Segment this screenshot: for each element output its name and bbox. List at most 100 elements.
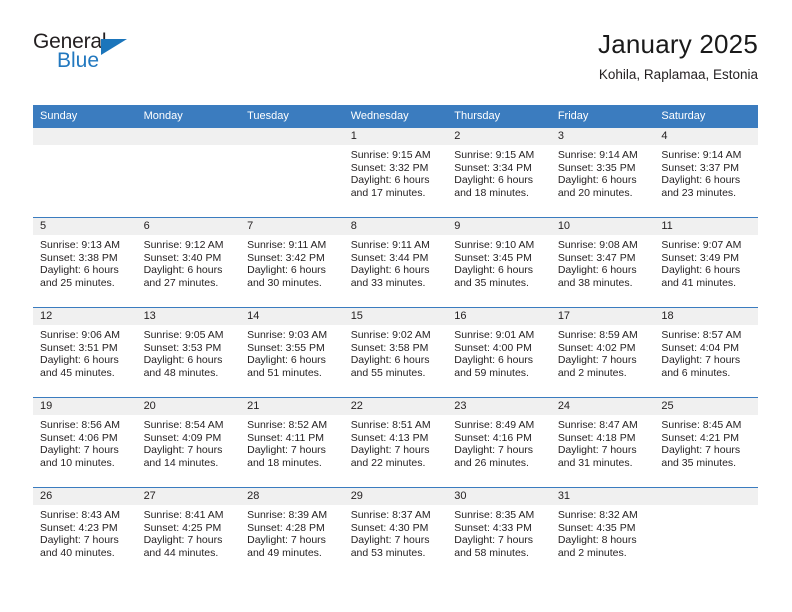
daylight-text: Daylight: 6 hours bbox=[143, 354, 223, 367]
daylight-text-cont: and 33 minutes. bbox=[350, 276, 426, 289]
sunset-text: Sunset: 4:06 PM bbox=[40, 431, 118, 444]
sunset-text: Sunset: 3:42 PM bbox=[247, 251, 325, 264]
calendar-day-cell[interactable]: 13 Sunrise: 9:05 AM Sunset: 3:53 PM Dayligh… bbox=[136, 307, 241, 398]
sunrise-text: Sunrise: 9:14 AM bbox=[557, 149, 638, 161]
sunset-text: Sunset: 3:55 PM bbox=[247, 341, 325, 354]
sunrise-text: Sunrise: 9:14 AM bbox=[661, 149, 742, 161]
day-details: Sunrise: 9:07 AM Sunset: 3:49 PM Daylight:… bbox=[654, 235, 758, 289]
calendar-day-cell[interactable]: 14 Sunrise: 9:03 AM Sunset: 3:55 PM Dayligh… bbox=[240, 307, 344, 398]
daylight-text: Daylight: 6 hours bbox=[350, 354, 430, 367]
day-details bbox=[240, 145, 344, 149]
daylight-text: Daylight: 6 hours bbox=[143, 264, 223, 277]
sunset-text: Sunset: 3:49 PM bbox=[661, 251, 740, 264]
calendar-day-cell[interactable]: 17 Sunrise: 8:59 AM Sunset: 4:02 PM Dayligh… bbox=[550, 307, 655, 398]
calendar-day-cell[interactable]: 25 Sunrise: 8:45 AM Sunset: 4:21 PM Dayligh… bbox=[654, 397, 758, 488]
day-number: 15 bbox=[343, 308, 448, 325]
calendar-day-cell[interactable]: 3 Sunrise: 9:14 AM Sunset: 3:35 PM Daylight… bbox=[550, 127, 655, 218]
calendar-day-cell[interactable]: 29 Sunrise: 8:37 AM Sunset: 4:30 PM Dayligh… bbox=[343, 487, 448, 578]
calendar-page: General Blue January 2025 Kohila, Raplam… bbox=[0, 0, 792, 612]
calendar-week-row: 19 Sunrise: 8:56 AM Sunset: 4:06 PM Dayligh… bbox=[33, 397, 758, 488]
calendar-day-cell[interactable]: 5 Sunrise: 9:13 AM Sunset: 3:38 PM Daylight… bbox=[33, 217, 137, 308]
sunset-text: Sunset: 3:34 PM bbox=[454, 161, 532, 174]
calendar-week-row: 5 Sunrise: 9:13 AM Sunset: 3:38 PM Daylight… bbox=[33, 217, 758, 308]
calendar-day-cell[interactable]: 19 Sunrise: 8:56 AM Sunset: 4:06 PM Dayligh… bbox=[33, 397, 137, 488]
sunrise-text: Sunrise: 9:11 AM bbox=[247, 239, 327, 251]
calendar-day-cell[interactable]: 26 Sunrise: 8:43 AM Sunset: 4:23 PM Dayligh… bbox=[33, 487, 137, 578]
calendar-day-cell[interactable]: 21 Sunrise: 8:52 AM Sunset: 4:11 PM Dayligh… bbox=[240, 397, 344, 488]
title-block: January 2025 Kohila, Raplamaa, Estonia bbox=[598, 28, 758, 85]
daylight-text: Daylight: 7 hours bbox=[454, 534, 534, 547]
sunset-text: Sunset: 3:51 PM bbox=[40, 341, 118, 354]
sunset-text: Sunset: 3:58 PM bbox=[350, 341, 429, 354]
daylight-text-cont: and 48 minutes. bbox=[143, 366, 219, 379]
day-details: Sunrise: 9:14 AM Sunset: 3:37 PM Daylight:… bbox=[654, 145, 758, 199]
day-number: 10 bbox=[550, 218, 655, 235]
daylight-text: Daylight: 7 hours bbox=[557, 354, 637, 367]
day-details: Sunrise: 9:15 AM Sunset: 3:32 PM Daylight:… bbox=[344, 145, 448, 199]
sunset-text: Sunset: 3:40 PM bbox=[143, 251, 222, 264]
calendar-day-cell[interactable]: 15 Sunrise: 9:02 AM Sunset: 3:58 PM Dayligh… bbox=[343, 307, 448, 398]
day-details: Sunrise: 9:11 AM Sunset: 3:44 PM Daylight:… bbox=[344, 235, 448, 289]
day-number: 1 bbox=[343, 128, 448, 145]
calendar-day-cell[interactable]: 27 Sunrise: 8:41 AM Sunset: 4:25 PM Dayligh… bbox=[136, 487, 241, 578]
sunset-text: Sunset: 4:30 PM bbox=[350, 521, 429, 534]
day-details: Sunrise: 9:12 AM Sunset: 3:40 PM Daylight:… bbox=[137, 235, 241, 289]
day-number: 5 bbox=[33, 218, 137, 235]
daylight-text: Daylight: 7 hours bbox=[40, 444, 119, 457]
day-details: Sunrise: 8:57 AM Sunset: 4:04 PM Daylight:… bbox=[654, 325, 758, 379]
daylight-text-cont: and 18 minutes. bbox=[454, 186, 529, 199]
weekday-header-friday: Friday bbox=[550, 105, 655, 128]
sunset-text: Sunset: 3:35 PM bbox=[557, 161, 636, 174]
day-number: 12 bbox=[33, 308, 137, 325]
calendar-day-cell[interactable]: 4 Sunrise: 9:14 AM Sunset: 3:37 PM Daylight… bbox=[654, 127, 758, 218]
calendar-day-cell[interactable]: 11 Sunrise: 9:07 AM Sunset: 3:49 PM Dayligh… bbox=[654, 217, 758, 308]
calendar-day-cell[interactable]: 12 Sunrise: 9:06 AM Sunset: 3:51 PM Dayligh… bbox=[33, 307, 137, 398]
sunrise-text: Sunrise: 9:02 AM bbox=[350, 329, 431, 341]
day-details bbox=[654, 505, 758, 509]
sunset-text: Sunset: 4:16 PM bbox=[454, 431, 532, 444]
calendar-day-cell[interactable]: 18 Sunrise: 8:57 AM Sunset: 4:04 PM Dayligh… bbox=[654, 307, 758, 398]
general-blue-logo[interactable]: General Blue bbox=[33, 28, 143, 80]
day-details: Sunrise: 8:52 AM Sunset: 4:11 PM Daylight:… bbox=[240, 415, 344, 469]
sunrise-text: Sunrise: 8:59 AM bbox=[557, 329, 638, 341]
calendar-day-cell[interactable]: 30 Sunrise: 8:35 AM Sunset: 4:33 PM Dayligh… bbox=[447, 487, 551, 578]
day-number: 11 bbox=[654, 218, 758, 235]
daylight-text-cont: and 45 minutes. bbox=[40, 366, 115, 379]
calendar-day-cell[interactable]: 2 Sunrise: 9:15 AM Sunset: 3:34 PM Daylight… bbox=[447, 127, 551, 218]
day-number bbox=[136, 128, 241, 145]
calendar-day-cell[interactable]: 22 Sunrise: 8:51 AM Sunset: 4:13 PM Dayligh… bbox=[343, 397, 448, 488]
day-details: Sunrise: 8:56 AM Sunset: 4:06 PM Daylight:… bbox=[33, 415, 137, 469]
daylight-text-cont: and 23 minutes. bbox=[661, 186, 737, 199]
daylight-text: Daylight: 7 hours bbox=[247, 534, 326, 547]
sunrise-text: Sunrise: 9:03 AM bbox=[247, 329, 328, 341]
day-number bbox=[654, 488, 758, 505]
day-number: 8 bbox=[343, 218, 448, 235]
daylight-text: Daylight: 7 hours bbox=[143, 444, 223, 457]
calendar-day-cell[interactable]: 7 Sunrise: 9:11 AM Sunset: 3:42 PM Daylight… bbox=[240, 217, 344, 308]
calendar-empty-cell bbox=[654, 487, 758, 578]
calendar-day-cell[interactable]: 24 Sunrise: 8:47 AM Sunset: 4:18 PM Dayligh… bbox=[550, 397, 655, 488]
day-number: 17 bbox=[550, 308, 655, 325]
calendar-day-cell[interactable]: 23 Sunrise: 8:49 AM Sunset: 4:16 PM Dayligh… bbox=[447, 397, 551, 488]
daylight-text-cont: and 2 minutes. bbox=[557, 366, 627, 379]
weekday-header-thursday: Thursday bbox=[447, 105, 551, 128]
calendar-day-cell[interactable]: 10 Sunrise: 9:08 AM Sunset: 3:47 PM Dayligh… bbox=[550, 217, 655, 308]
sunset-text: Sunset: 3:38 PM bbox=[40, 251, 118, 264]
day-number: 19 bbox=[33, 398, 137, 415]
day-number: 9 bbox=[447, 218, 551, 235]
calendar-day-cell[interactable]: 31 Sunrise: 8:32 AM Sunset: 4:35 PM Dayligh… bbox=[550, 487, 655, 578]
daylight-text: Daylight: 6 hours bbox=[350, 264, 430, 277]
sunrise-text: Sunrise: 9:15 AM bbox=[350, 149, 431, 161]
calendar-day-cell[interactable]: 9 Sunrise: 9:10 AM Sunset: 3:45 PM Daylight… bbox=[447, 217, 551, 308]
calendar-day-cell[interactable]: 6 Sunrise: 9:12 AM Sunset: 3:40 PM Daylight… bbox=[136, 217, 241, 308]
calendar-day-cell[interactable]: 1 Sunrise: 9:15 AM Sunset: 3:32 PM Daylight… bbox=[343, 127, 448, 218]
day-number: 23 bbox=[447, 398, 551, 415]
sunset-text: Sunset: 3:45 PM bbox=[454, 251, 532, 264]
calendar-day-cell[interactable]: 28 Sunrise: 8:39 AM Sunset: 4:28 PM Dayligh… bbox=[240, 487, 344, 578]
calendar-day-cell[interactable]: 20 Sunrise: 8:54 AM Sunset: 4:09 PM Dayligh… bbox=[136, 397, 241, 488]
calendar-day-cell[interactable]: 8 Sunrise: 9:11 AM Sunset: 3:44 PM Daylight… bbox=[343, 217, 448, 308]
day-number: 30 bbox=[447, 488, 551, 505]
day-number: 18 bbox=[654, 308, 758, 325]
sunset-text: Sunset: 4:11 PM bbox=[247, 431, 324, 444]
calendar-day-cell[interactable]: 16 Sunrise: 9:01 AM Sunset: 4:00 PM Dayligh… bbox=[447, 307, 551, 398]
